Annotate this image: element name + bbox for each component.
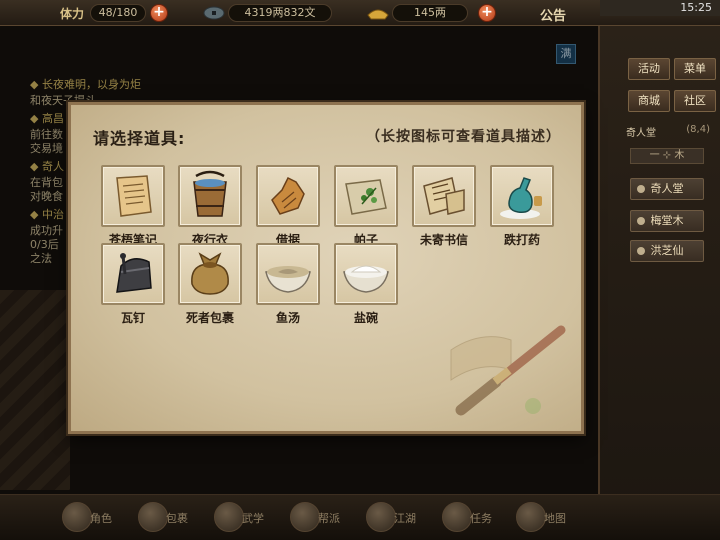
dialog-hint: （长按图标可查看道具描述） (366, 129, 561, 145)
npc-marker-icon (637, 247, 645, 255)
mall-button[interactable]: 商城 (628, 90, 670, 112)
salt-bowl-icon (343, 265, 389, 293)
item-slot[interactable] (412, 165, 476, 227)
money-value: 4319两832文 (228, 4, 332, 22)
role-icon (62, 502, 92, 532)
toolbar-label: 帮派 (318, 512, 340, 525)
copper-coin-icon (203, 6, 225, 20)
item-slot[interactable] (256, 165, 320, 227)
item-label: 瓦钉 (120, 311, 145, 325)
item-slot[interactable] (334, 243, 398, 305)
world-icon (366, 502, 396, 532)
add-gold-button[interactable]: + (478, 4, 496, 22)
clock: 15:25 (600, 0, 720, 16)
toolbar-label: 武学 (242, 512, 264, 525)
add-stamina-button[interactable]: + (150, 4, 168, 22)
toolbar-label: 任务 (470, 512, 492, 525)
toolbar-guild-button[interactable]: 帮派 (288, 500, 352, 536)
item-label: 跌打药 (503, 233, 540, 247)
cloth-bundle-icon (191, 252, 229, 295)
npc-item[interactable]: 奇人堂 (630, 178, 704, 200)
item-slot[interactable] (178, 165, 242, 227)
letter-icon (423, 177, 465, 215)
location-name: 奇人堂 (626, 128, 656, 139)
item-label: 未寄书信 (419, 233, 468, 247)
item-slot[interactable] (256, 243, 320, 305)
stamina-label: 体力 (60, 7, 85, 21)
location-coord: (8,4) (686, 124, 710, 135)
fish-soup-icon (265, 266, 311, 293)
toolbar-world-button[interactable]: 江湖 (364, 500, 428, 536)
map-icon (516, 502, 546, 532)
bucket-icon (193, 170, 227, 217)
item-label: 死者包裹 (185, 311, 234, 325)
toolbar-quest-button[interactable]: 任务 (440, 500, 504, 536)
npc-item[interactable]: 梅堂木 (630, 210, 704, 232)
scroll-notes-icon (116, 175, 152, 217)
toolbar-skill-button[interactable]: 武学 (212, 500, 276, 536)
item-label: 盐碗 (353, 311, 378, 325)
item-slot[interactable] (490, 165, 554, 227)
sword-scroll-decoration (450, 325, 566, 416)
item-slot[interactable] (334, 165, 398, 227)
npc-item[interactable]: 洪芝仙 (630, 240, 704, 262)
npc-name: 梅堂木 (650, 214, 684, 227)
npc-name: 洪芝仙 (650, 244, 684, 257)
toolbar-label: 包裹 (166, 512, 188, 525)
activity-button[interactable]: 活动 (628, 58, 670, 80)
npc-name: 奇人堂 (650, 182, 684, 195)
toolbar-label: 地图 (544, 512, 566, 525)
medicine-bottle-icon (500, 177, 542, 219)
book-icon (214, 502, 244, 532)
toolbar-label: 角色 (90, 512, 112, 525)
menu-button[interactable]: 菜单 (674, 58, 716, 80)
dialog-title: 请选择道具: (93, 129, 186, 148)
location-row: 奇人堂 (8,4) (626, 124, 714, 140)
quest-scroll-icon (442, 502, 472, 532)
item-slot[interactable] (101, 165, 165, 227)
toolbar-role-button[interactable]: 角色 (60, 500, 124, 536)
notice-button[interactable]: 公告 (540, 5, 566, 24)
item-slot[interactable] (101, 243, 165, 305)
community-button[interactable]: 社区 (674, 90, 716, 112)
tile-nail-icon (116, 253, 152, 293)
toolbar-map-button[interactable]: 地图 (514, 500, 578, 536)
npc-marker-icon (637, 185, 645, 193)
bag-icon (138, 502, 168, 532)
npc-marker-icon (637, 217, 645, 225)
item-slot[interactable] (178, 243, 242, 305)
location-subtitle: 一 ⊹ 木 (630, 148, 704, 164)
stamina-value: 48/180 (90, 4, 146, 22)
torn-paper-icon (271, 176, 305, 215)
item-select-dialog: 请选择道具: （长按图标可查看道具描述） 苍梧笔记 夜行衣 借据 帕子 未寄书信… (68, 102, 584, 434)
toolbar-label: 江湖 (394, 512, 416, 525)
gold-value: 145两 (392, 4, 468, 22)
gold-ingot-icon (367, 9, 389, 20)
handkerchief-icon (345, 179, 387, 215)
toolbar-bag-button[interactable]: 包裹 (136, 500, 200, 536)
guild-icon (290, 502, 320, 532)
item-label: 鱼汤 (275, 311, 300, 325)
